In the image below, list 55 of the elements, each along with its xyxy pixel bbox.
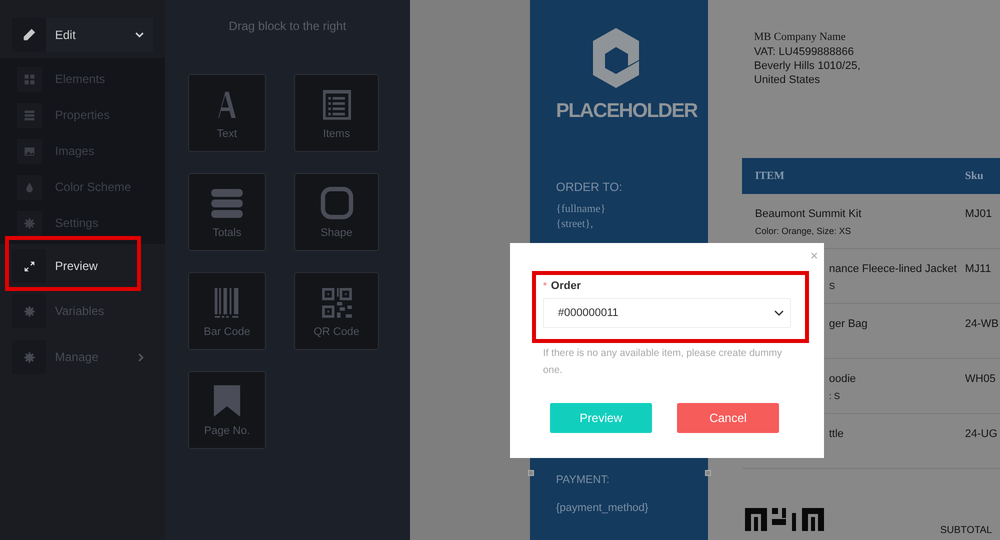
block-tile[interactable]: Shape [294, 173, 379, 251]
item-name: Beaumont Summit Kit [755, 207, 862, 222]
block-tile[interactable]: Text [188, 74, 266, 152]
company-line: Beverly Hills 1010/25, [754, 59, 862, 73]
placeholder-line: {street}, [556, 217, 594, 232]
logo-text: PLACEHOLDER [556, 99, 698, 124]
menu-label: Edit [55, 27, 77, 44]
close-button[interactable]: × [810, 246, 818, 266]
column-header: ITEM [755, 168, 786, 184]
logo-icon [593, 28, 639, 88]
block-tile[interactable]: Page No. [188, 371, 266, 449]
sku-cell-text: 24-UG [965, 427, 998, 440]
order-to-label: ORDER TO: [556, 179, 622, 196]
placeholder-line: {fullname} [556, 202, 606, 217]
sidebar-item[interactable]: Preview [12, 249, 153, 283]
item-name: ttle [829, 427, 845, 442]
item-name: ger Bag [829, 317, 869, 332]
item-detail: : S [829, 390, 842, 402]
subtotal-label: SUBTOTAL [940, 524, 992, 538]
chevron-icon [135, 32, 144, 38]
edit-menu-header[interactable]: Edit [12, 18, 153, 52]
block-tile[interactable]: Totals [188, 173, 266, 251]
sku-cell-text: MJ01 [965, 207, 992, 220]
item-detail: Color: Orange, Size: XS [755, 224, 852, 238]
company-line: United States [754, 73, 822, 87]
block-tile[interactable]: Bar Code [188, 272, 266, 350]
payment-label: PAYMENT: [556, 473, 610, 488]
sku-cell-text: WH05 [965, 372, 996, 385]
image-icon [23, 144, 36, 158]
cancel-button[interactable]: Cancel [677, 403, 779, 433]
help-text: If there is no any available item, please create dummy one. [543, 347, 784, 378]
pencil-icon [22, 28, 36, 42]
grid-icon [23, 72, 36, 86]
rows-icon [23, 108, 36, 122]
item-name: nance Fleece-lined Jacket [829, 262, 958, 277]
panel-hint: Drag block to the right [228, 18, 346, 35]
order-select[interactable]: #000000011 [543, 298, 791, 328]
column-header: Sku [965, 168, 984, 184]
field-label: Order [550, 278, 581, 294]
preview-button[interactable]: Preview [550, 403, 652, 433]
required-asterisk: * [543, 280, 547, 294]
block-tile[interactable]: Items [294, 74, 379, 152]
item-name: oodie [829, 372, 857, 387]
selection-handle[interactable] [705, 470, 711, 476]
sku-cell-text: 24-WB [965, 317, 999, 330]
company-line: VAT: LU4599888866 [754, 45, 855, 59]
item-detail: S [829, 280, 836, 292]
company-line: MB Company Name [754, 30, 847, 44]
chevron-down-icon [774, 310, 784, 316]
settings-icon [23, 216, 36, 230]
sku-cell-text: MJ11 [965, 262, 992, 275]
selection-handle[interactable] [528, 470, 534, 476]
block-tile[interactable]: QR Code [294, 272, 379, 350]
payment-value: {payment_method} [556, 500, 648, 516]
expand-icon [22, 260, 36, 272]
